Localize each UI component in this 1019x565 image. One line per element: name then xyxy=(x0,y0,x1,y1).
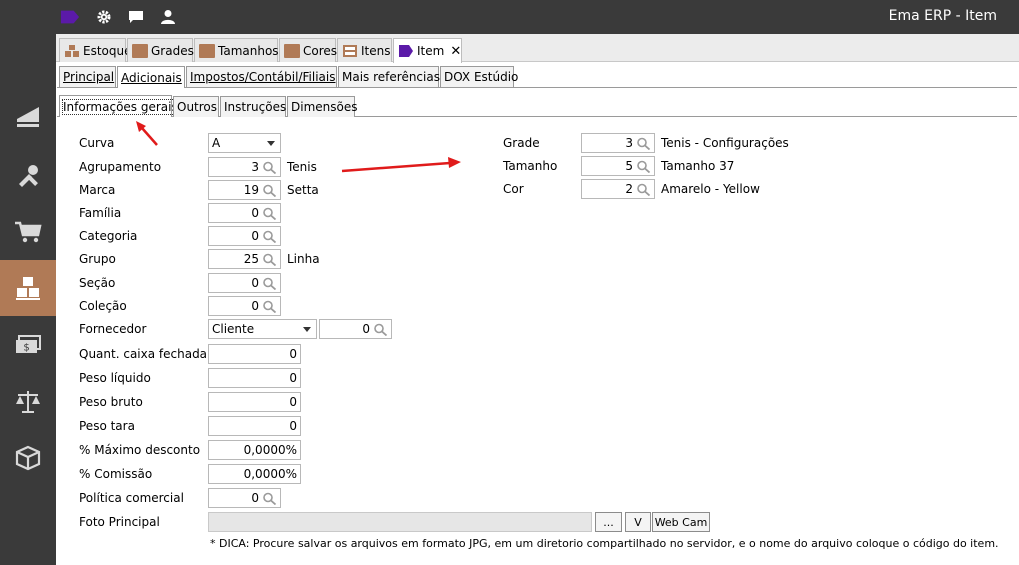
annotation-arrow-grade xyxy=(341,157,461,173)
annotation-arrows xyxy=(136,121,461,173)
annotation-arrow-tab xyxy=(136,121,158,146)
